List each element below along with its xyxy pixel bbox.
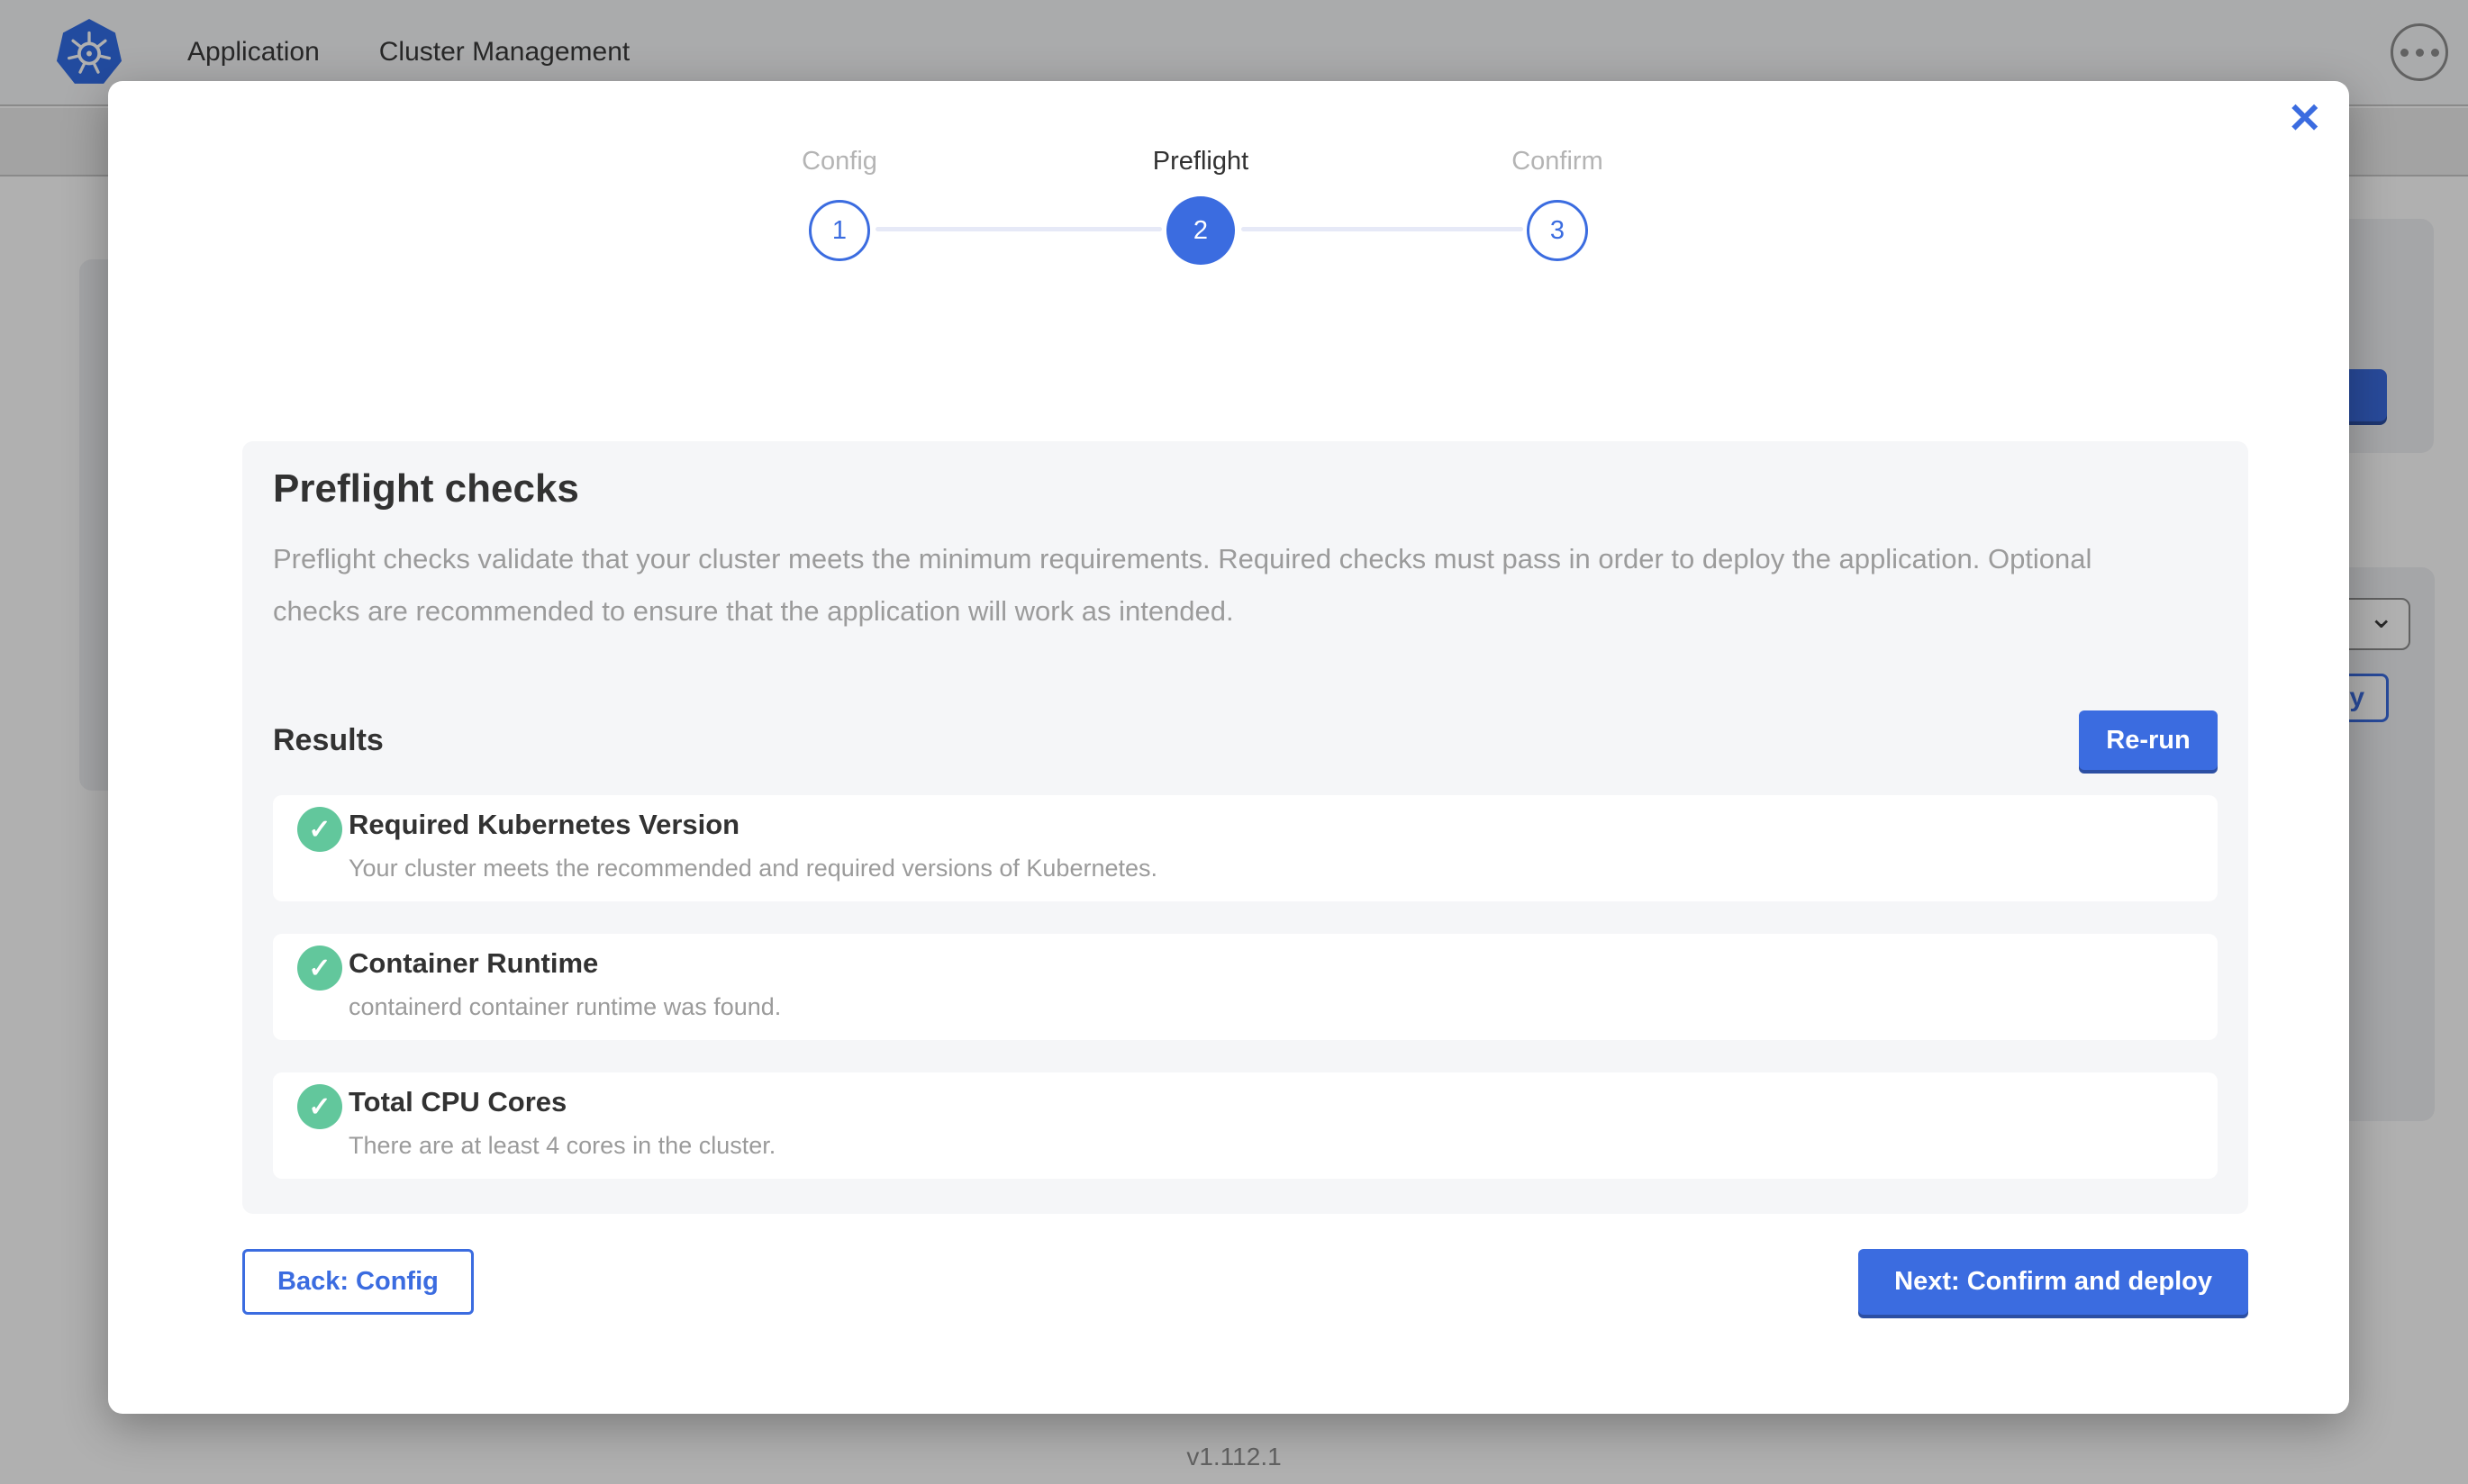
stepper-connector	[1241, 227, 1523, 231]
check-card: ✓ Required Kubernetes Version Your clust…	[273, 795, 2218, 901]
next-confirm-deploy-button[interactable]: Next: Confirm and deploy	[1858, 1249, 2248, 1315]
preflight-modal: ✕ Config 1 Preflight 2 Confirm 3 Preflig…	[108, 81, 2349, 1414]
check-pass-icon: ✓	[297, 1084, 342, 1129]
page-title: Preflight checks	[273, 466, 2218, 511]
stepper-connector	[876, 227, 1162, 231]
check-pass-icon: ✓	[297, 807, 342, 852]
step-label: Config	[704, 146, 975, 176]
modal-footer: Back: Config Next: Confirm and deploy	[242, 1249, 2248, 1315]
check-pass-icon: ✓	[297, 946, 342, 991]
step-circle[interactable]: 1	[809, 200, 870, 261]
step-label: Preflight	[1066, 146, 1336, 176]
results-header-row: Results Re-run	[273, 710, 2218, 770]
rerun-button[interactable]: Re-run	[2079, 710, 2218, 770]
step-label: Confirm	[1422, 146, 1692, 176]
back-config-button[interactable]: Back: Config	[242, 1249, 474, 1315]
step-preflight: Preflight 2	[1066, 146, 1336, 265]
check-description: Your cluster meets the recommended and r…	[349, 855, 1157, 882]
check-card: ✓ Container Runtime containerd container…	[273, 934, 2218, 1040]
step-circle[interactable]: 2	[1166, 196, 1235, 265]
step-confirm: Confirm 3	[1422, 146, 1692, 261]
check-title: Required Kubernetes Version	[349, 809, 739, 841]
step-config: Config 1	[704, 146, 975, 261]
preflight-description: Preflight checks validate that your clus…	[273, 533, 2182, 637]
preflight-panel: Preflight checks Preflight checks valida…	[242, 441, 2248, 1214]
check-description: There are at least 4 cores in the cluste…	[349, 1132, 776, 1160]
check-title: Total CPU Cores	[349, 1086, 567, 1118]
wizard-stepper: Config 1 Preflight 2 Confirm 3	[108, 81, 2349, 369]
check-title: Container Runtime	[349, 947, 598, 980]
step-circle[interactable]: 3	[1527, 200, 1588, 261]
check-card: ✓ Total CPU Cores There are at least 4 c…	[273, 1072, 2218, 1179]
results-heading: Results	[273, 723, 384, 758]
check-description: containerd container runtime was found.	[349, 993, 781, 1021]
